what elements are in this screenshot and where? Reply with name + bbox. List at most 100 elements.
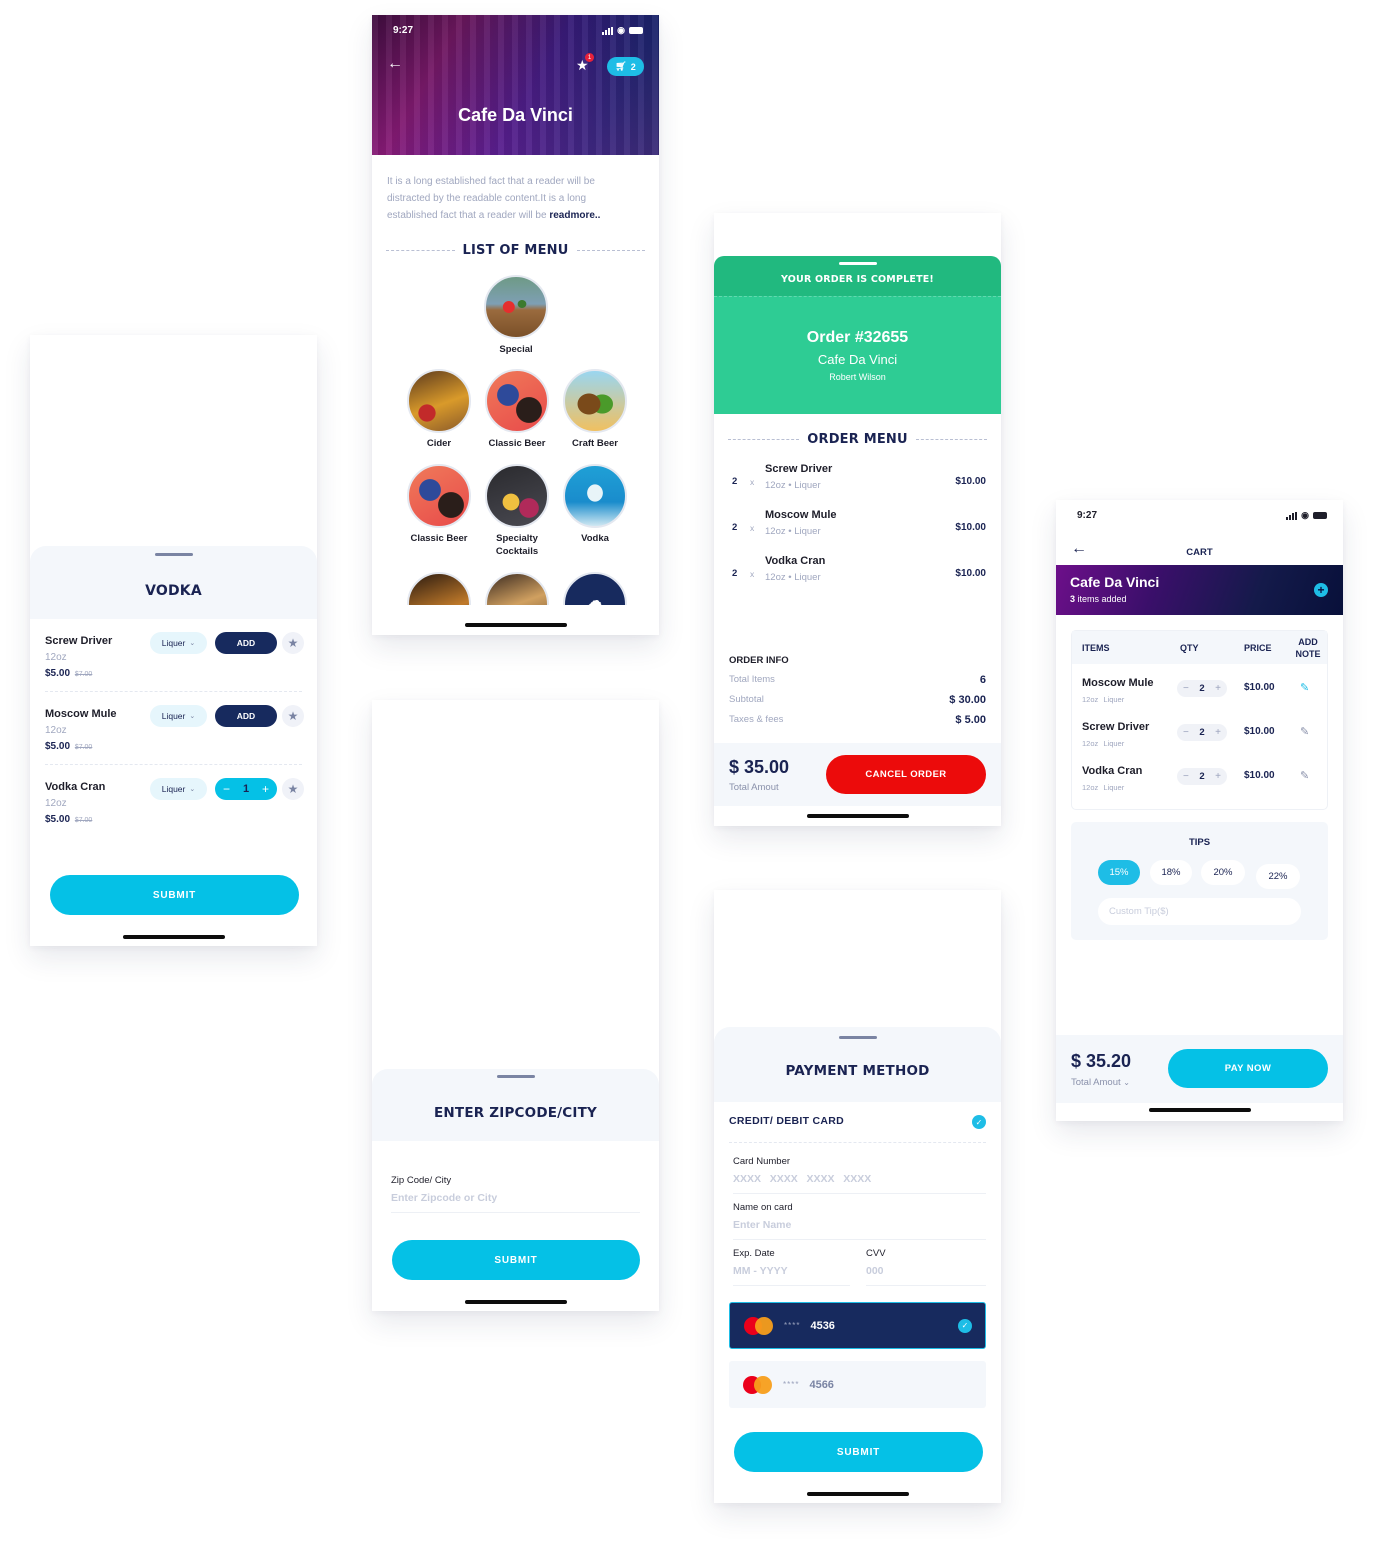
back-arrow-icon[interactable]: ←	[387, 55, 403, 73]
category-dropdown[interactable]: Liquer ⌄	[150, 778, 207, 800]
pay-now-button[interactable]: PAY NOW	[1168, 1049, 1328, 1088]
card-last4: 4566	[809, 1378, 834, 1391]
category-item[interactable]: Craft Beer	[556, 369, 634, 450]
category-item[interactable]: Vodka	[556, 464, 634, 558]
plus-icon[interactable]: +	[262, 782, 269, 796]
add-button[interactable]: ADD	[215, 705, 277, 727]
category-dropdown[interactable]: Liquer ⌄	[150, 632, 207, 654]
category-item[interactable]	[400, 572, 478, 605]
readmore-link[interactable]: readmore..	[549, 210, 600, 221]
pencil-icon[interactable]: ✎	[1300, 725, 1309, 738]
minus-icon[interactable]: −	[1183, 683, 1189, 694]
pencil-icon[interactable]: ✎	[1300, 769, 1309, 782]
item-category: Liquer	[794, 480, 821, 491]
total-bar: $ 35.20 Total Amout ⌄ PAY NOW	[1056, 1035, 1343, 1103]
custom-tip-input[interactable]	[1098, 898, 1301, 925]
star-icon[interactable]: ★	[282, 778, 304, 800]
cvv-field: CVV	[866, 1248, 986, 1286]
exp-date-input[interactable]	[733, 1265, 850, 1277]
times-sign: x	[750, 477, 755, 487]
add-button[interactable]: ADD	[215, 632, 277, 654]
page-title: CART	[1186, 547, 1213, 558]
name-input[interactable]	[733, 1219, 986, 1231]
star-icon[interactable]: ★	[282, 705, 304, 727]
order-row: 2 x Screw Driver 12oz • Liquer $10.00	[732, 463, 986, 509]
item-price: $10.00	[1244, 682, 1275, 693]
order-number: Order #32655	[806, 329, 909, 346]
restaurant-name: Cafe Da Vinci	[1070, 574, 1160, 590]
category-image	[407, 464, 471, 528]
drag-handle[interactable]	[838, 262, 877, 265]
category-special[interactable]: Special	[455, 275, 577, 356]
table-row: Screw Driver 12oz Liquer −2 + $10.00 ✎	[1072, 708, 1327, 752]
card-number-input[interactable]	[733, 1173, 986, 1185]
minus-icon[interactable]: −	[1183, 771, 1189, 782]
category-dropdown[interactable]: Liquer ⌄	[150, 705, 207, 727]
category-label: Classic Beer	[410, 533, 468, 544]
field-label: Exp. Date	[733, 1248, 775, 1259]
restaurant-description: It is a long established fact that a rea…	[387, 173, 634, 224]
category-item[interactable]: Classic Beer	[400, 464, 478, 558]
saved-card[interactable]: **** 4566	[729, 1361, 986, 1408]
order-complete-banner: YOUR ORDER IS COMPLETE!	[714, 256, 1001, 296]
field-label: Zip Code/ City	[391, 1175, 452, 1186]
item-price: $10.00	[1244, 770, 1275, 781]
drag-handle[interactable]	[496, 1075, 535, 1078]
info-value: 6	[979, 674, 986, 686]
back-arrow-icon[interactable]: ←	[1071, 540, 1087, 558]
info-label: Taxes & fees	[729, 714, 784, 725]
category-item[interactable]: Cider	[400, 369, 478, 450]
category-item[interactable]: ☁	[556, 572, 634, 605]
payment-method-screen: PAYMENT METHOD CREDIT/ DEBIT CARD ✓ Card…	[714, 890, 1001, 1503]
total-label[interactable]: Total Amout ⌄	[1071, 1077, 1130, 1088]
item-category: Liquer	[1103, 783, 1125, 792]
tip-option[interactable]: 22%	[1256, 864, 1300, 889]
category-item[interactable]: Classic Beer	[478, 369, 556, 450]
category-value: Liquer	[161, 638, 186, 648]
favorites-button[interactable]: ★ 1	[576, 53, 594, 74]
minus-icon[interactable]: −	[1183, 727, 1189, 738]
vodka-menu-screen: VODKA Screw Driver 12oz $5.00 $7.00 Liqu…	[30, 335, 317, 946]
submit-button[interactable]: SUBMIT	[734, 1432, 983, 1472]
category-label: Cider	[426, 438, 452, 449]
tip-option[interactable]: 20%	[1201, 860, 1245, 885]
cart-count: 2	[630, 61, 636, 72]
minus-icon[interactable]: −	[223, 782, 230, 796]
submit-button[interactable]: SUBMIT	[392, 1240, 640, 1280]
field-label: Name on card	[733, 1202, 793, 1213]
mastercard-icon	[744, 1316, 774, 1335]
plus-icon[interactable]: +	[1215, 683, 1221, 694]
star-icon[interactable]: ★	[282, 632, 304, 654]
tip-option[interactable]: 18%	[1150, 860, 1192, 885]
item-price: $5.00 $7.00	[45, 741, 302, 752]
item-category: Liquer	[1103, 695, 1125, 704]
category-grid: Cider Classic Beer Craft Beer Classic Be…	[400, 369, 634, 605]
submit-button[interactable]: SUBMIT	[50, 875, 299, 915]
cancel-order-button[interactable]: CANCEL ORDER	[826, 755, 986, 794]
plus-icon[interactable]: +	[1215, 727, 1221, 738]
plus-icon[interactable]: +	[1215, 771, 1221, 782]
cart-button[interactable]: 🛒︎ 2	[607, 57, 644, 76]
category-image	[407, 369, 471, 433]
restaurant-menu-screen: 9:27 ◉ ← ★ 1 🛒︎ 2 Cafe Da Vinci It is a …	[372, 15, 659, 635]
add-more-icon[interactable]: +	[1314, 583, 1328, 597]
quantity-value: 2	[1199, 683, 1205, 694]
zipcode-input[interactable]	[391, 1192, 640, 1204]
tip-option-selected[interactable]: 15%	[1098, 860, 1140, 885]
saved-card-selected[interactable]: **** 4536 ✓	[729, 1302, 986, 1349]
status-icons: ◉	[602, 25, 643, 36]
list-item: Moscow Mule 12oz $5.00 $7.00 Liquer ⌄ ADD…	[45, 692, 304, 765]
category-item[interactable]: Specialty Cocktails	[478, 464, 556, 558]
chevron-down-icon: ⌄	[189, 713, 196, 720]
tips-title: TIPS	[1188, 837, 1211, 848]
cvv-input[interactable]	[866, 1265, 986, 1277]
item-price: $10.00	[955, 476, 986, 487]
cart-screen: 9:27 ◉ ← CART Cafe Da Vinci 3 items adde…	[1056, 500, 1343, 1121]
pencil-icon[interactable]: ✎	[1300, 681, 1309, 694]
category-item[interactable]	[478, 572, 556, 605]
column-price: PRICE	[1244, 642, 1272, 653]
total-bar: $ 35.00 Total Amout CANCEL ORDER	[714, 743, 1001, 806]
payment-option-card[interactable]: CREDIT/ DEBIT CARD ✓	[729, 1115, 986, 1143]
drag-handle[interactable]	[154, 553, 193, 556]
drag-handle[interactable]	[838, 1036, 877, 1039]
